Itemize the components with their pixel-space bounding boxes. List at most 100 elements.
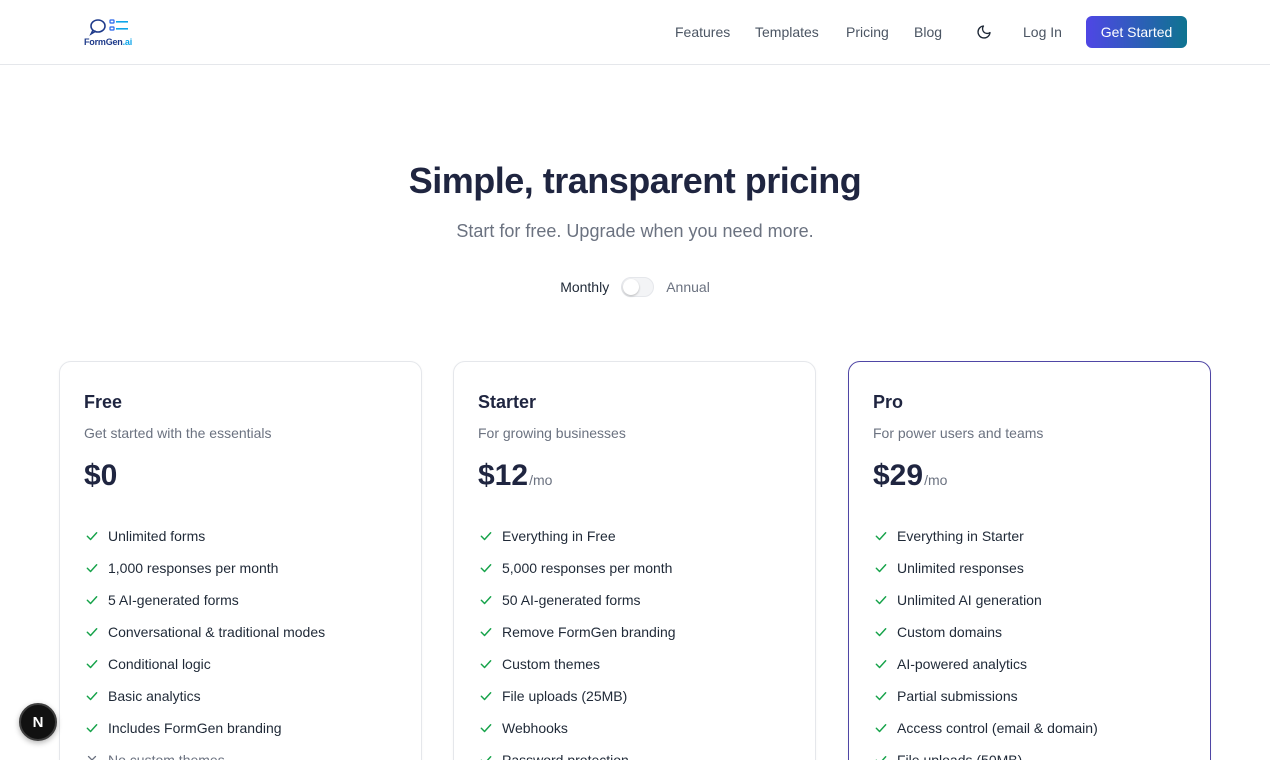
feature-item: Conversational & traditional modes bbox=[84, 616, 325, 648]
plan-card-pro: Pro For power users and teams $29 /mo Ev… bbox=[848, 361, 1211, 760]
feature-item: File uploads (25MB) bbox=[478, 680, 676, 712]
check-icon bbox=[84, 720, 100, 736]
logo-chat-icon bbox=[89, 19, 128, 36]
feature-text: Conditional logic bbox=[108, 656, 211, 672]
plan-price: $0 bbox=[84, 459, 118, 493]
feature-item: Conditional logic bbox=[84, 648, 325, 680]
feature-text: Password protection bbox=[502, 752, 629, 760]
plan-description: Get started with the essentials bbox=[84, 425, 272, 441]
check-icon bbox=[478, 560, 494, 576]
check-icon bbox=[873, 656, 889, 672]
dev-tools-badge[interactable]: N bbox=[19, 703, 57, 741]
feature-list: Unlimited forms 1,000 responses per month… bbox=[84, 520, 325, 760]
feature-item: Remove FormGen branding bbox=[478, 616, 676, 648]
feature-text: Remove FormGen branding bbox=[502, 624, 676, 640]
plan-name: Free bbox=[84, 392, 123, 412]
check-icon bbox=[478, 528, 494, 544]
check-icon bbox=[478, 624, 494, 640]
feature-item: Unlimited responses bbox=[873, 552, 1098, 584]
feature-text: Custom themes bbox=[502, 656, 601, 672]
check-icon bbox=[478, 752, 494, 760]
brand-logo[interactable]: FormGen.ai bbox=[84, 17, 134, 47]
nav-item-blog[interactable]: Blog bbox=[914, 0, 942, 64]
feature-item: Partial submissions bbox=[873, 680, 1098, 712]
feature-item: Unlimited forms bbox=[84, 520, 325, 552]
plan-description: For power users and teams bbox=[873, 425, 1044, 441]
feature-text: Unlimited responses bbox=[897, 560, 1024, 576]
feature-text: AI-powered analytics bbox=[897, 656, 1027, 672]
feature-item: Everything in Starter bbox=[873, 520, 1098, 552]
plan-name: Pro bbox=[873, 392, 904, 412]
feature-text: Custom domains bbox=[897, 624, 1003, 640]
nav-link-pricing[interactable]: Pricing bbox=[846, 24, 889, 40]
feature-text: Everything in Free bbox=[502, 528, 616, 544]
feature-item: AI-powered analytics bbox=[873, 648, 1098, 680]
feature-text: 5 AI-generated forms bbox=[108, 592, 239, 608]
feature-list: Everything in Starter Unlimited responses… bbox=[873, 520, 1098, 760]
feature-text: Partial submissions bbox=[897, 688, 1018, 704]
check-icon bbox=[873, 752, 889, 760]
feature-item: Includes FormGen branding bbox=[84, 712, 325, 744]
price-period: /mo bbox=[924, 472, 948, 488]
plan-price: $12 /mo bbox=[478, 459, 552, 493]
feature-text: Access control (email & domain) bbox=[897, 720, 1098, 736]
feature-text: Basic analytics bbox=[108, 688, 201, 704]
feature-item: Unlimited AI generation bbox=[873, 584, 1098, 616]
feature-text: Unlimited forms bbox=[108, 528, 206, 544]
billing-annual-label[interactable]: Annual bbox=[666, 279, 710, 295]
check-icon bbox=[84, 560, 100, 576]
page-title: Simple, transparent pricing bbox=[408, 160, 862, 201]
check-icon bbox=[478, 720, 494, 736]
get-started-button[interactable]: Get Started bbox=[1086, 16, 1187, 48]
site-header: FormGen.ai Features Templates Pricing Bl… bbox=[0, 0, 1270, 65]
check-icon bbox=[478, 688, 494, 704]
feature-item: Access control (email & domain) bbox=[873, 712, 1098, 744]
nav-item-pricing[interactable]: Pricing bbox=[846, 0, 889, 64]
check-icon bbox=[873, 592, 889, 608]
billing-period-switch[interactable] bbox=[621, 277, 655, 297]
feature-list: Everything in Free 5,000 responses per mo… bbox=[478, 520, 676, 760]
price-amount: $12 bbox=[478, 459, 529, 492]
nav-item-features[interactable]: Features bbox=[675, 0, 730, 64]
plan-card-starter: Starter For growing businesses $12 /mo E… bbox=[453, 361, 816, 760]
feature-item: Everything in Free bbox=[478, 520, 676, 552]
brand-name: FormGen.ai bbox=[84, 37, 133, 47]
nav-item-templates[interactable]: Templates bbox=[755, 0, 819, 64]
feature-item: Webhooks bbox=[478, 712, 676, 744]
check-icon bbox=[873, 528, 889, 544]
feature-text: 50 AI-generated forms bbox=[502, 592, 641, 608]
feature-text: File uploads (25MB) bbox=[502, 688, 628, 704]
plan-card-free: Free Get started with the essentials $0 … bbox=[59, 361, 422, 760]
check-icon bbox=[478, 656, 494, 672]
nav-link-features[interactable]: Features bbox=[675, 24, 730, 40]
page-subtitle: Start for free. Upgrade when you need mo… bbox=[456, 221, 814, 241]
feature-item: 1,000 responses per month bbox=[84, 552, 325, 584]
price-amount: $29 bbox=[873, 459, 924, 492]
plan-description: For growing businesses bbox=[478, 425, 626, 441]
moon-icon bbox=[977, 25, 991, 39]
feature-item: Custom themes bbox=[478, 648, 676, 680]
nav-link-templates[interactable]: Templates bbox=[755, 24, 819, 40]
check-icon bbox=[478, 592, 494, 608]
billing-monthly-label[interactable]: Monthly bbox=[560, 279, 609, 295]
feature-text: Everything in Starter bbox=[897, 528, 1024, 544]
plan-name: Starter bbox=[478, 392, 537, 412]
feature-item: 5,000 responses per month bbox=[478, 552, 676, 584]
price-period: /mo bbox=[529, 472, 553, 488]
feature-text: Unlimited AI generation bbox=[897, 592, 1042, 608]
feature-item: 50 AI-generated forms bbox=[478, 584, 676, 616]
feature-item: No custom themes bbox=[84, 744, 325, 760]
theme-toggle-button[interactable] bbox=[972, 20, 996, 44]
feature-item: Basic analytics bbox=[84, 680, 325, 712]
check-icon bbox=[873, 720, 889, 736]
feature-item: Password protection bbox=[478, 744, 676, 760]
check-icon bbox=[84, 688, 100, 704]
check-icon bbox=[873, 688, 889, 704]
check-icon bbox=[84, 624, 100, 640]
check-icon bbox=[84, 592, 100, 608]
check-icon bbox=[873, 560, 889, 576]
nav-link-blog[interactable]: Blog bbox=[914, 24, 942, 40]
feature-text: No custom themes bbox=[108, 752, 225, 760]
login-link[interactable]: Log In bbox=[1023, 0, 1062, 64]
price-amount: $0 bbox=[84, 459, 118, 492]
